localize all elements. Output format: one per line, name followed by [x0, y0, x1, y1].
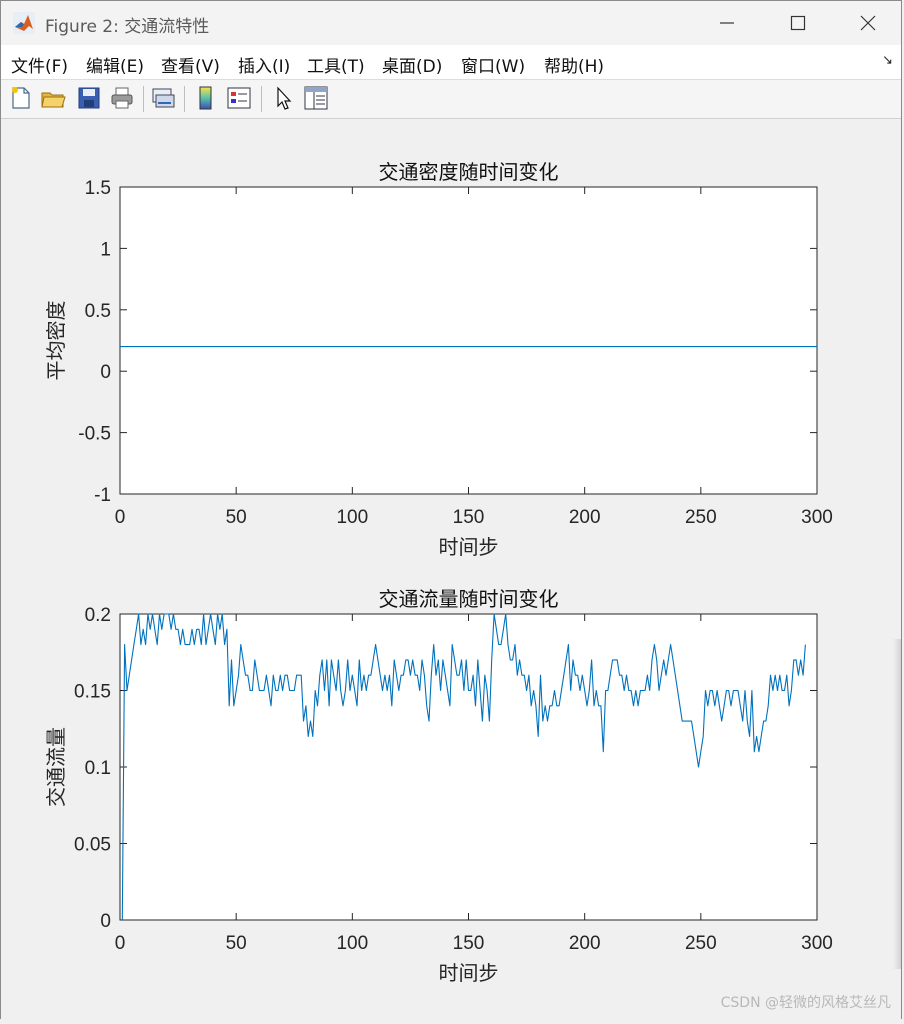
insert-legend-icon: [227, 87, 251, 109]
toolbar-separator: [184, 86, 185, 112]
x-tick-label: 50: [226, 933, 247, 954]
x-tick-label: 200: [569, 933, 601, 954]
figure-window: Figure 2: 交通流特性 文件(F) 编辑(E) 查看(V) 插入(I) …: [0, 0, 902, 1020]
chart-title: 交通流量随时间变化: [379, 587, 559, 611]
y-axis-label: 交通流量: [44, 727, 68, 807]
y-tick-label: 0: [100, 362, 111, 383]
menu-edit[interactable]: 编辑(E): [86, 52, 144, 77]
edit-plot-pointer-icon: [277, 86, 292, 110]
toolbar-separator: [143, 86, 144, 112]
maximize-icon: [790, 15, 806, 31]
toolbar: [1, 80, 901, 119]
menu-desktop[interactable]: 桌面(D): [382, 52, 442, 77]
toolbar-separator: [261, 86, 262, 112]
x-tick-label: 100: [336, 507, 368, 528]
menu-help[interactable]: 帮助(H): [544, 52, 604, 77]
open-file-button[interactable]: [39, 84, 67, 112]
matlab-logo-icon: [13, 12, 35, 34]
y-tick-label: 0.5: [85, 301, 111, 322]
x-tick-label: 150: [453, 507, 485, 528]
maximize-button[interactable]: [768, 1, 828, 45]
axes-box: [119, 613, 818, 921]
insert-legend-button[interactable]: [225, 84, 253, 112]
save-button[interactable]: [75, 84, 103, 112]
title-bar[interactable]: Figure 2: 交通流特性: [1, 1, 901, 45]
y-tick-label: 0.05: [74, 835, 111, 856]
close-button[interactable]: [838, 1, 898, 45]
menu-tools[interactable]: 工具(T): [307, 52, 365, 77]
insert-colorbar-icon: [199, 86, 212, 110]
y-tick-label: 1.5: [85, 178, 111, 199]
menu-bar: 文件(F) 编辑(E) 查看(V) 插入(I) 工具(T) 桌面(D) 窗口(W…: [1, 45, 901, 80]
x-tick-label: 250: [685, 933, 717, 954]
print-button[interactable]: [108, 84, 136, 112]
menu-file[interactable]: 文件(F): [11, 52, 68, 77]
print-icon: [111, 87, 133, 109]
y-tick-label: 0.15: [74, 682, 111, 703]
x-axis-label: 时间步: [439, 535, 499, 559]
link-plot-button[interactable]: [149, 84, 177, 112]
menu-window[interactable]: 窗口(W): [461, 52, 525, 77]
y-tick-label: 0.2: [85, 605, 111, 626]
x-tick-label: 300: [801, 933, 833, 954]
y-tick-label: 0: [100, 911, 111, 932]
x-tick-label: 0: [115, 933, 126, 954]
property-inspector-icon: [304, 86, 328, 110]
plots-svg: 0 50 100 150 200 250 300 -1 -0.5 0 0.5 1 1.5 交通密度随时间变…: [44, 160, 833, 985]
y-tick-label: 1: [100, 239, 111, 260]
save-icon: [78, 87, 100, 109]
window-title: Figure 2: 交通流特性: [45, 17, 210, 37]
x-tick-label: 150: [453, 933, 485, 954]
link-plot-icon: [152, 88, 175, 108]
y-tick-label: -0.5: [78, 424, 111, 445]
property-inspector-button[interactable]: [302, 84, 330, 112]
minimize-icon: [720, 22, 734, 24]
x-tick-label: 200: [569, 507, 601, 528]
x-tick-label: 250: [685, 507, 717, 528]
x-axis-label: 时间步: [439, 961, 499, 985]
x-tick-label: 0: [115, 507, 126, 528]
open-file-icon: [41, 92, 66, 108]
insert-colorbar-button[interactable]: [192, 84, 220, 112]
y-axis-label: 平均密度: [44, 301, 68, 381]
menu-overflow-arrow-icon[interactable]: ↘: [882, 53, 893, 68]
menu-view[interactable]: 查看(V): [161, 52, 220, 77]
y-tick-label: 0.1: [85, 758, 111, 779]
x-tick-label: 300: [801, 507, 833, 528]
x-tick-label: 50: [226, 507, 247, 528]
menu-insert[interactable]: 插入(I): [238, 52, 290, 77]
figure-canvas: 0 50 100 150 200 250 300 -1 -0.5 0 0.5 1 1.5 交通密度随时间变…: [1, 119, 901, 1020]
x-tick-label: 100: [336, 933, 368, 954]
chart-title: 交通密度随时间变化: [379, 160, 559, 184]
new-figure-button[interactable]: [7, 84, 35, 112]
new-figure-icon: [12, 87, 30, 109]
axes-box: [119, 186, 818, 495]
minimize-button[interactable]: [697, 1, 757, 45]
watermark: CSDN @轻微的风格艾丝凡: [720, 995, 891, 1011]
close-icon: [860, 15, 876, 31]
edit-plot-button[interactable]: [269, 84, 297, 112]
window-edge-shadow: [893, 639, 901, 969]
y-tick-label: -1: [94, 485, 111, 506]
